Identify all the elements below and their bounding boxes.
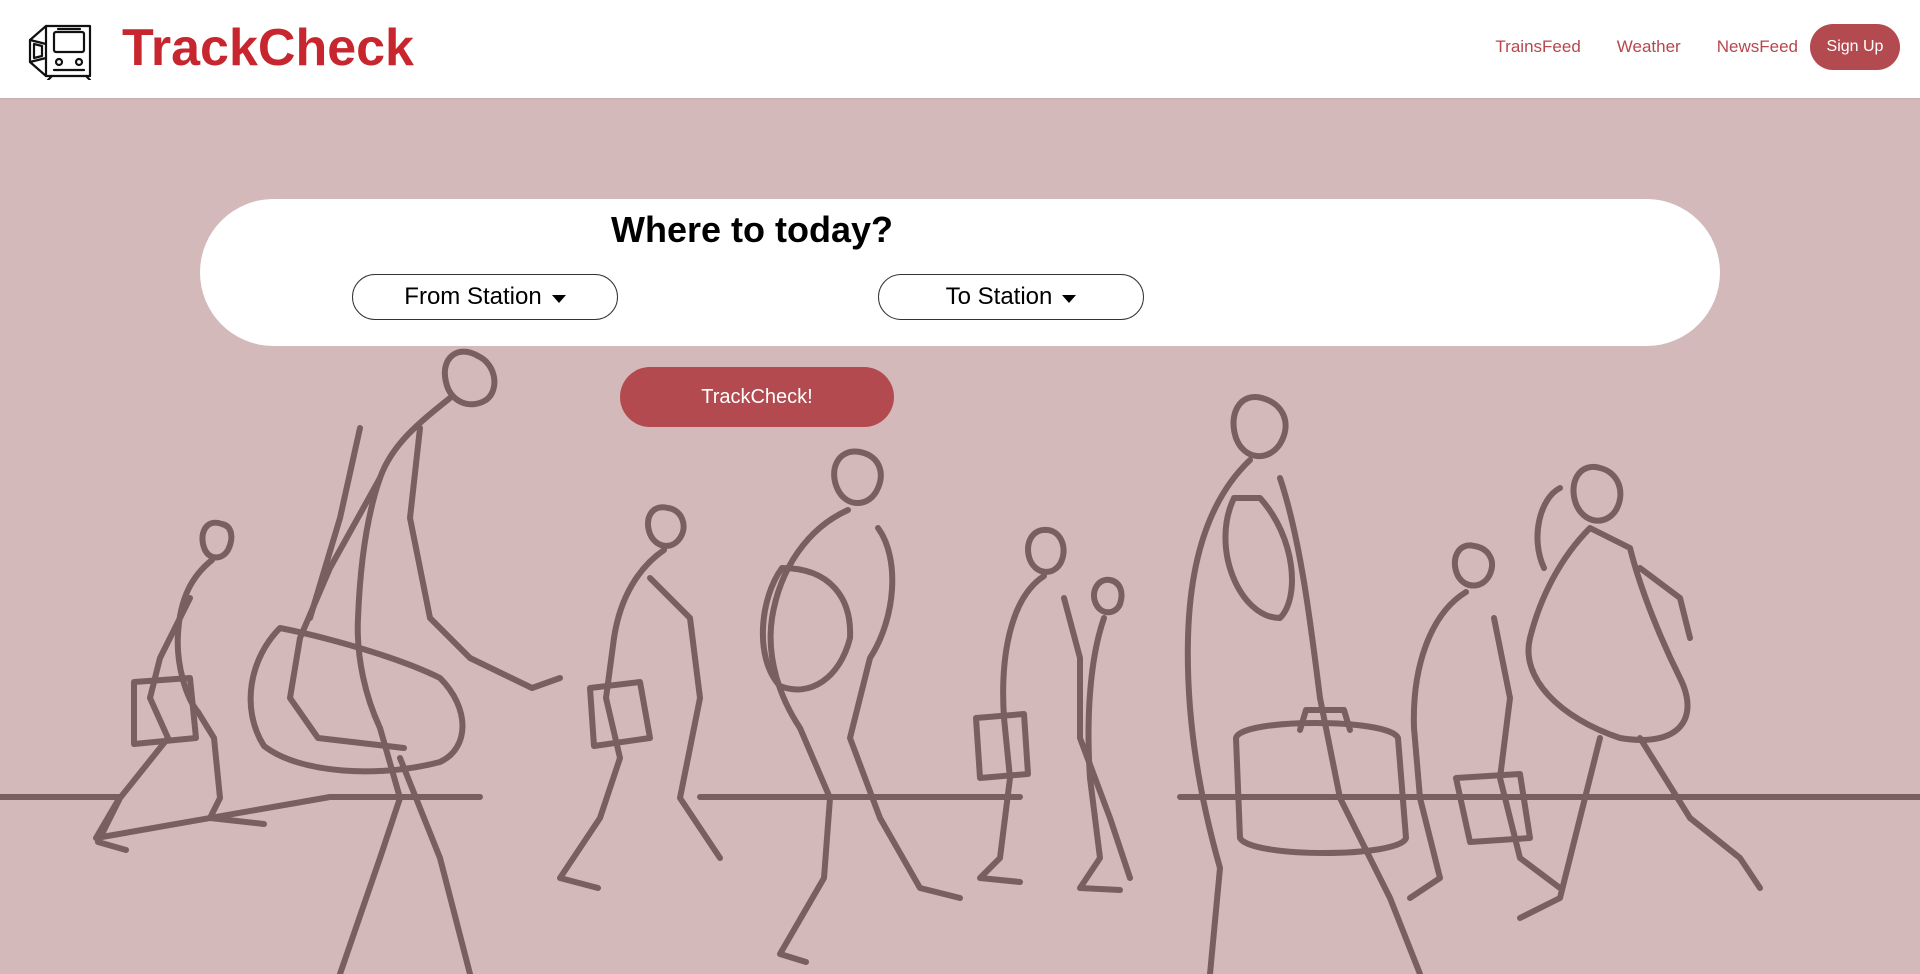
chevron-down-icon	[1062, 295, 1077, 303]
from-station-dropdown[interactable]: From Station	[352, 274, 618, 320]
train-icon[interactable]	[28, 18, 94, 80]
nav-link-trainsfeed[interactable]: TrainsFeed	[1495, 37, 1580, 57]
chevron-down-icon	[551, 295, 566, 303]
nav-link-newsfeed[interactable]: NewsFeed	[1717, 37, 1798, 57]
trackcheck-submit-button[interactable]: TrackCheck!	[620, 367, 894, 427]
search-title: Where to today?	[611, 209, 894, 250]
nav-link-weather[interactable]: Weather	[1617, 37, 1681, 57]
main-nav: TrainsFeed Weather NewsFeed Sign Up	[1495, 24, 1900, 70]
to-station-label: To Station	[945, 283, 1053, 310]
top-navbar: TrackCheck TrainsFeed Weather NewsFeed S…	[0, 0, 1920, 98]
signup-button[interactable]: Sign Up	[1810, 24, 1900, 70]
to-station-dropdown[interactable]: To Station	[878, 274, 1144, 320]
brand-title[interactable]: TrackCheck	[122, 16, 414, 80]
from-station-label: From Station	[404, 283, 542, 310]
search-card	[200, 199, 1720, 346]
